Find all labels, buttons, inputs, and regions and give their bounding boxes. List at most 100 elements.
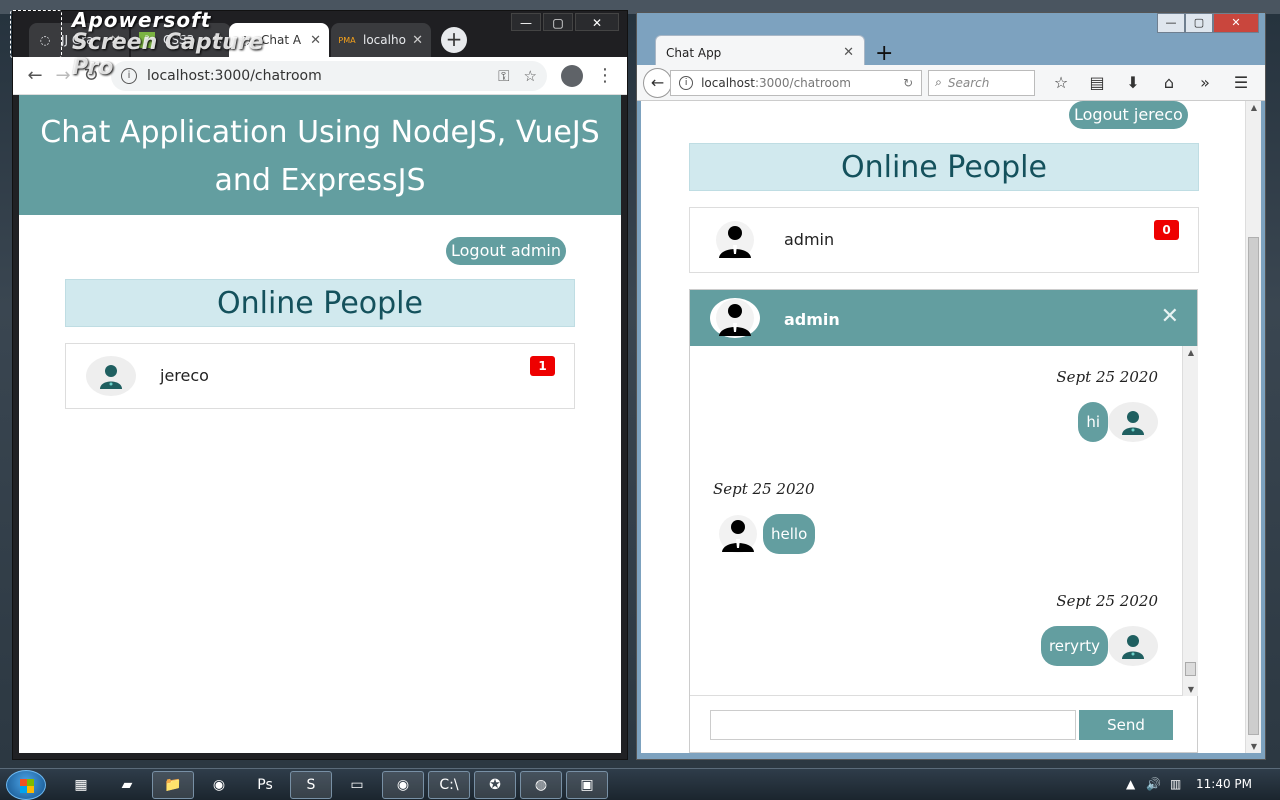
info-icon[interactable]: i [121,67,137,84]
scroll-down-arrow-icon[interactable]: ▼ [1246,742,1262,751]
chat-message-list[interactable]: Sept 25 2020 hi Sept 25 2020 hello Sept … [690,346,1198,696]
logout-button[interactable]: Logout jereco [1069,101,1188,129]
reload-button[interactable]: ↻ [77,62,105,90]
tray-expand-icon[interactable]: ▲ [1126,777,1135,791]
send-button[interactable]: Send [1079,710,1173,740]
tab-jj-gra[interactable]: ◌ JJ Gra ✕ [29,23,129,57]
info-icon[interactable]: i [679,75,694,90]
download-icon[interactable]: ⬇ [1115,73,1151,92]
window-app-icon[interactable]: ▭ [336,771,378,799]
file-explorer-icon[interactable]: 📁 [152,771,194,799]
page-title-line2: and ExpressJS [214,163,426,198]
toolbar-icons: ☆ ▤ ⬇ ⌂ » ☰ [1043,73,1259,92]
logout-button[interactable]: Logout admin [446,237,566,265]
chrome-page-content: Chat Application Using NodeJS, VueJS and… [19,95,621,753]
start-button[interactable] [6,770,46,800]
close-icon[interactable]: ✕ [843,45,854,60]
tab-css3[interactable]: 3 CSS3 ✕ [131,23,231,57]
windows-taskbar: ▦ ▰ 📁 ◉ Ps S ▭ ◉ C:\ ✪ ◍ ▣ ▲ 🔊 ▥ 11:40 P… [0,768,1280,800]
command-prompt-icon[interactable]: C:\ [428,771,470,799]
user-card-admin[interactable]: admin 0 [689,207,1199,273]
new-tab-button[interactable]: + [441,27,467,53]
close-chat-icon[interactable]: ✕ [1161,304,1179,329]
search-field[interactable]: ⌕ Search [928,69,1035,96]
close-icon[interactable]: ✕ [310,33,321,48]
sublime-text-icon[interactable]: S [290,771,332,799]
hamburger-menu-icon[interactable]: ☰ [1223,73,1259,92]
tab-title: Chat A [261,33,302,47]
volume-icon[interactable]: 🔊 [1146,777,1161,791]
tab-chat-app[interactable]: ◌ Chat A ✕ [229,23,329,57]
unknown-app-icon[interactable]: ▣ [566,771,608,799]
user-card-jereco[interactable]: jereco 1 [65,343,575,409]
key-icon[interactable]: ⚿ [498,67,509,85]
avatar [713,514,763,554]
message-date: Sept 25 2020 [713,480,815,498]
chrome-tab-bar: ◌ JJ Gra ✕ 3 CSS3 ✕ ◌ Chat A ✕ PMA local… [13,11,627,57]
minimize-button[interactable]: — [1157,13,1185,33]
reload-icon[interactable]: ↻ [903,76,913,90]
chat-window: admin ✕ Sept 25 2020 hi Sept 25 2020 hel… [689,289,1198,753]
tab-chat-app[interactable]: Chat App ✕ [655,35,865,69]
maximize-button[interactable]: ▢ [543,13,573,31]
chrome-icon[interactable]: ◉ [198,771,240,799]
close-window-button[interactable]: ✕ [575,13,619,31]
css-icon: 3 [139,32,155,48]
xampp-icon[interactable]: ✪ [474,771,516,799]
close-icon[interactable]: ✕ [212,33,223,48]
search-placeholder: Search [947,75,990,90]
photoshop-icon[interactable]: Ps [244,771,286,799]
url-text: localhost:3000/chatroom [701,76,903,90]
star-icon[interactable]: ☆ [1043,73,1079,92]
avatar [86,356,136,396]
reading-list-icon[interactable]: ▤ [1079,73,1115,92]
message-input[interactable] [710,710,1076,740]
message-bubble: hello [763,514,816,554]
user-silhouette-icon [1122,411,1144,435]
chrome-running-icon[interactable]: ◉ [382,771,424,799]
close-window-button[interactable]: ✕ [1213,13,1259,33]
tab-localhost[interactable]: PMA localho ✕ [331,23,431,57]
new-tab-button[interactable]: + [875,41,893,66]
businessman-icon [719,515,757,553]
address-bar[interactable]: i localhost:3000/chatroom ↻ [670,69,923,96]
close-icon[interactable]: ✕ [110,33,121,48]
window-controls: — ▢ ✕ [1157,13,1259,33]
scroll-up-arrow-icon[interactable]: ▲ [1183,348,1199,357]
forward-button[interactable]: → [49,62,77,90]
firefox-icon[interactable]: ◍ [520,771,562,799]
message-date: Sept 25 2020 [1056,592,1158,610]
chat-scrollbar[interactable]: ▲ ▼ [1182,346,1198,696]
chrome-toolbar: ← → ↻ i localhost:3000/chatroom ⚿ ☆ ⋮ [13,57,627,95]
clock[interactable]: 11:40 PM [1196,777,1252,791]
overflow-chevron-icon[interactable]: » [1187,73,1223,92]
user-silhouette-icon [100,365,122,389]
scroll-up-arrow-icon[interactable]: ▲ [1246,103,1262,112]
maximize-button[interactable]: ▢ [1185,13,1213,33]
loading-icon: ◌ [239,33,251,47]
home-icon[interactable]: ⌂ [1151,73,1187,92]
address-bar[interactable]: i localhost:3000/chatroom ⚿ ☆ [111,60,547,91]
message-bubble: reryrty [1040,626,1108,666]
tab-title: JJ Gra [61,33,94,47]
chat-partner-name: admin [784,310,840,329]
back-button[interactable]: ← [21,62,49,90]
user-silhouette-icon [1122,635,1144,659]
minimize-button[interactable]: — [511,13,541,31]
menu-kebab-icon[interactable]: ⋮ [591,62,619,90]
tab-title: Chat App [666,45,722,60]
back-button[interactable]: ← [643,67,673,98]
chrome-window: ◌ JJ Gra ✕ 3 CSS3 ✕ ◌ Chat A ✕ PMA local… [12,10,628,760]
page-scrollbar[interactable]: ▲ ▼ [1245,101,1261,753]
scrollbar-thumb[interactable] [1248,237,1259,735]
sticky-notes-icon[interactable]: ▰ [106,771,148,799]
profile-icon[interactable] [561,64,583,87]
network-icon[interactable]: ▥ [1170,777,1181,791]
close-icon[interactable]: ✕ [412,33,423,48]
page-title-line1: Chat Application Using NodeJS, VueJS [40,115,600,150]
star-icon[interactable]: ☆ [524,67,537,85]
online-people-heading: Online People [65,279,575,327]
calculator-icon[interactable]: ▦ [60,771,102,799]
scrollbar-thumb[interactable] [1185,662,1196,676]
scroll-down-arrow-icon[interactable]: ▼ [1183,685,1199,694]
